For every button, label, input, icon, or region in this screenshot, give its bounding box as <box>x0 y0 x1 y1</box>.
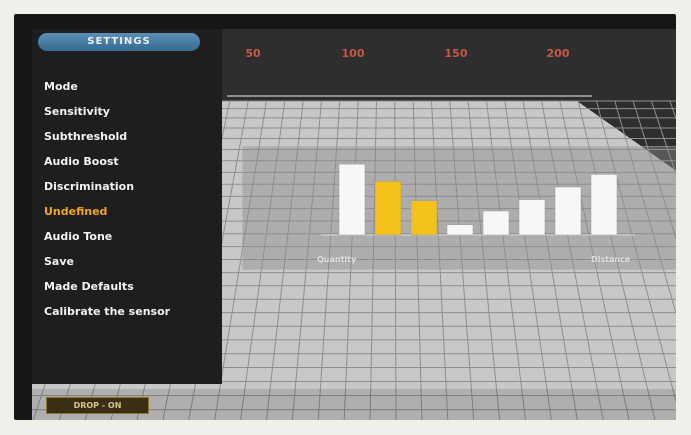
scale-rule <box>227 95 592 97</box>
bar-2 <box>374 181 402 236</box>
scale-label-100: 100 <box>341 47 365 60</box>
menu-item-audio-tone[interactable]: Audio Tone <box>44 224 170 249</box>
bar-3 <box>410 200 438 236</box>
bar-8 <box>590 174 618 236</box>
menu-item-undefined[interactable]: Undefined <box>44 199 170 224</box>
status-box: DROP - ON <box>46 397 149 414</box>
menu-item-audio-boost[interactable]: Audio Boost <box>44 149 170 174</box>
menu-item-save[interactable]: Save <box>44 249 170 274</box>
menu-item-mode[interactable]: Mode <box>44 74 170 99</box>
settings-menu: Mode Sensitivity Subthreshold Audio Boos… <box>44 74 170 324</box>
menu-item-calibrate-sensor[interactable]: Calibrate the sensor <box>44 299 170 324</box>
bar-chart <box>321 163 635 236</box>
panel-right-note: Distance <box>591 255 631 264</box>
menu-item-sensitivity[interactable]: Sensitivity <box>44 99 170 124</box>
panel-left-note: Quantity <box>317 255 357 264</box>
settings-header: SETTINGS <box>38 33 200 51</box>
screen-frame: Quantity Distance SETTINGS Mode Sensitiv… <box>14 14 676 420</box>
menu-item-made-defaults[interactable]: Made Defaults <box>44 274 170 299</box>
settings-sidebar: SETTINGS Mode Sensitivity Subthreshold A… <box>32 29 222 384</box>
menu-item-subthreshold[interactable]: Subthreshold <box>44 124 170 149</box>
bar-7 <box>554 186 582 236</box>
bars-panel: Quantity Distance <box>242 146 676 270</box>
bar-1 <box>338 163 366 236</box>
bar-5 <box>482 210 510 236</box>
scale-label-200: 200 <box>546 47 570 60</box>
menu-item-discrimination[interactable]: Discrimination <box>44 174 170 199</box>
scale-label-50: 50 <box>245 47 261 60</box>
bar-4 <box>446 224 474 236</box>
scale-label-150: 150 <box>444 47 468 60</box>
bar-6 <box>518 199 546 236</box>
